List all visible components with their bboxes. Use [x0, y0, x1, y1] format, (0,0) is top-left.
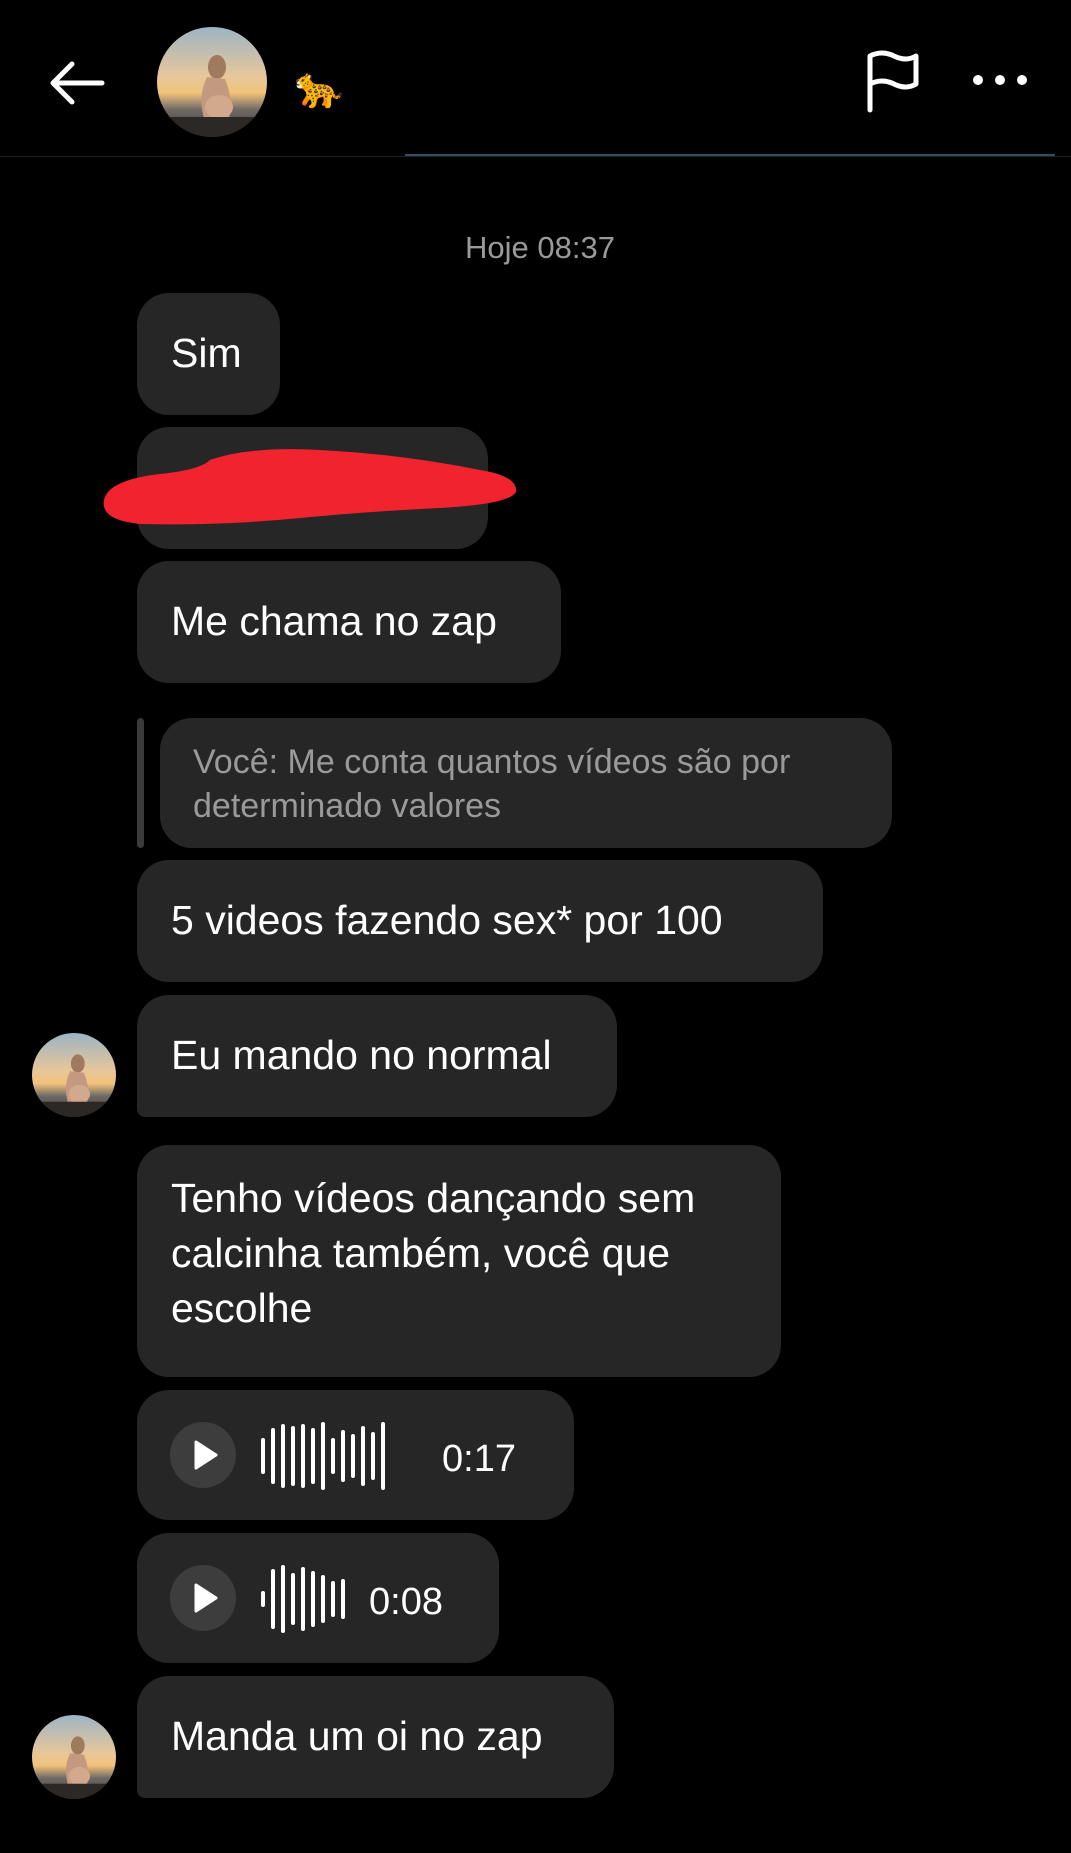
- audio-waveform: [261, 1565, 345, 1633]
- message-text: Me chama no zap: [171, 598, 497, 644]
- reply-indicator-bar: [137, 718, 144, 848]
- contact-avatar[interactable]: [157, 27, 267, 137]
- message-bubble[interactable]: Tenho vídeos dançando sem calcinha també…: [137, 1145, 781, 1377]
- contact-avatar-small[interactable]: [32, 1033, 116, 1117]
- audio-message[interactable]: 0:17: [137, 1390, 574, 1520]
- message-text: Manda um oi no zap: [171, 1713, 543, 1759]
- message-text: Eu mando no normal: [171, 1032, 552, 1078]
- audio-waveform: [261, 1422, 385, 1490]
- more-icon[interactable]: [970, 58, 1030, 102]
- message-text: Sim: [171, 330, 242, 376]
- audio-duration: 0:17: [442, 1438, 516, 1480]
- audio-duration: 0:08: [369, 1581, 443, 1623]
- message-bubble[interactable]: 5 videos fazendo sex* por 100: [137, 860, 823, 982]
- message-text: 5 videos fazendo sex* por 100: [171, 897, 723, 943]
- play-icon[interactable]: [170, 1422, 236, 1488]
- message-bubble[interactable]: Manda um oi no zap: [137, 1676, 614, 1798]
- message-bubble[interactable]: Sim: [137, 293, 280, 415]
- message-timestamp: Hoje 08:37: [465, 230, 615, 265]
- play-icon[interactable]: [170, 1565, 236, 1631]
- reply-quote[interactable]: Você: Me conta quantos vídeos são por de…: [160, 718, 892, 848]
- back-arrow-icon[interactable]: [44, 50, 110, 116]
- chat-header: 🐆: [0, 0, 1071, 157]
- message-bubble[interactable]: Me chama no zap: [137, 561, 561, 683]
- contact-avatar-small[interactable]: [32, 1715, 116, 1799]
- flag-icon[interactable]: [862, 48, 922, 114]
- reply-quote-text: Você: Me conta quantos vídeos são por de…: [193, 743, 791, 825]
- audio-message[interactable]: 0:08: [137, 1533, 499, 1663]
- redaction-mark: [103, 449, 517, 525]
- header-progress-line: [405, 154, 1055, 156]
- message-text: Tenho vídeos dançando sem calcinha també…: [171, 1175, 696, 1331]
- leopard-emoji: 🐆: [294, 66, 344, 110]
- message-bubble[interactable]: Eu mando no normal: [137, 995, 617, 1117]
